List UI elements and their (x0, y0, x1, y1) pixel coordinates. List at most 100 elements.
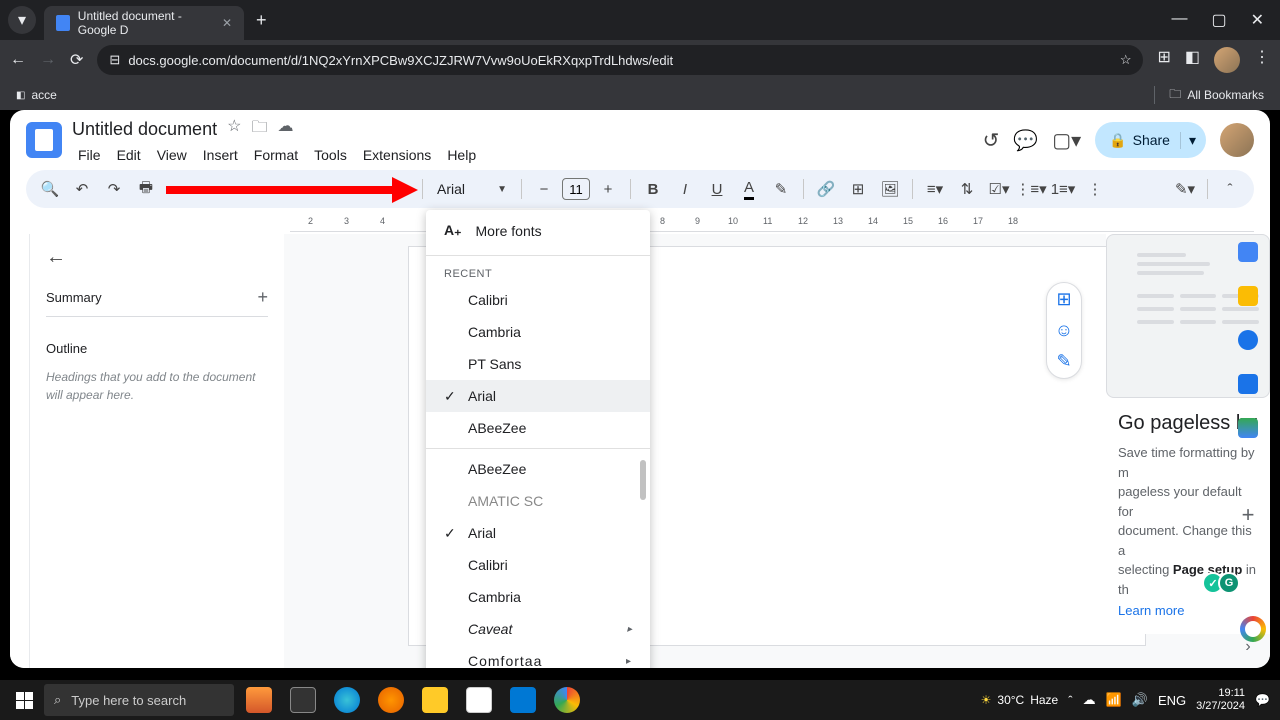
account-avatar[interactable] (1220, 123, 1254, 157)
tasks-icon[interactable] (1238, 330, 1258, 350)
menu-edit[interactable]: Edit (111, 145, 147, 165)
menu-extensions[interactable]: Extensions (357, 145, 437, 165)
document-title[interactable]: Untitled document (72, 119, 217, 140)
maps-icon[interactable] (1238, 418, 1258, 438)
menu-view[interactable]: View (151, 145, 193, 165)
minimize-icon[interactable]: — (1171, 10, 1187, 30)
more-fonts-item[interactable]: A₊ More fonts (426, 210, 650, 251)
browser-tab-active[interactable]: Untitled document - Google D ✕ (44, 6, 244, 40)
contacts-icon[interactable] (1238, 374, 1258, 394)
font-item-cambria[interactable]: Cambria (426, 316, 650, 348)
keep-icon[interactable] (1238, 286, 1258, 306)
font-item-ptsans[interactable]: PT Sans (426, 348, 650, 380)
numbered-list-icon[interactable]: 1≡▾ (1049, 175, 1077, 203)
cloud-status-icon[interactable]: ☁ (277, 116, 293, 143)
back-button[interactable]: ← (10, 51, 26, 69)
maximize-icon[interactable]: ▢ (1211, 10, 1226, 30)
volume-icon[interactable]: 🔊 (1132, 692, 1148, 708)
font-item-comfortaa[interactable]: Comfortaa▸ (426, 645, 650, 668)
get-addons-icon[interactable]: + (1242, 502, 1255, 528)
browser-profile-avatar[interactable] (1214, 47, 1240, 73)
font-item-caveat[interactable]: Caveat▸ (426, 613, 650, 645)
chrome-icon[interactable] (546, 682, 588, 718)
checklist-icon[interactable]: ☑▾ (985, 175, 1013, 203)
bookmark-item[interactable]: ◧ acce (16, 88, 57, 102)
menu-help[interactable]: Help (441, 145, 482, 165)
add-emoji-icon[interactable]: ☺ (1055, 320, 1073, 341)
collapse-toolbar-icon[interactable]: ˆ (1216, 175, 1244, 203)
taskbar-search[interactable]: ⌕ Type here to search (44, 684, 234, 716)
star-icon[interactable]: ☆ (227, 116, 241, 143)
highlight-icon[interactable]: ✎ (767, 175, 795, 203)
move-icon[interactable]: 🗀 (251, 116, 267, 143)
bold-icon[interactable]: B (639, 175, 667, 203)
language-indicator[interactable]: ENG (1158, 693, 1186, 708)
font-family-selector[interactable]: Arial ▼ (431, 176, 513, 202)
side-panel-icon[interactable]: ◧ (1185, 47, 1200, 73)
font-item-cambria2[interactable]: Cambria (426, 581, 650, 613)
menu-insert[interactable]: Insert (197, 145, 244, 165)
chrome-menu-icon[interactable]: ⋮ (1254, 47, 1270, 73)
font-item-calibri2[interactable]: Calibri (426, 549, 650, 581)
colorful-assistant-icon[interactable] (1240, 616, 1266, 642)
text-color-icon[interactable]: A (735, 175, 763, 203)
bookmark-star-icon[interactable]: ☆ (1120, 52, 1132, 68)
align-icon[interactable]: ≡▾ (921, 175, 949, 203)
share-button[interactable]: 🔒 Share ▾ (1095, 122, 1206, 158)
history-icon[interactable]: ↺ (983, 128, 1000, 153)
font-item-calibri[interactable]: Calibri (426, 284, 650, 316)
close-window-icon[interactable]: ✕ (1251, 10, 1264, 30)
vertical-ruler[interactable] (10, 234, 30, 668)
calendar-icon[interactable] (1238, 242, 1258, 262)
edge-icon[interactable] (326, 682, 368, 718)
start-button[interactable] (4, 682, 44, 718)
site-info-icon[interactable]: ⊟ (109, 52, 120, 68)
font-item-abeezee2[interactable]: ABeeZee (426, 453, 650, 485)
reload-button[interactable]: ⟳ (70, 50, 83, 70)
add-summary-icon[interactable]: + (257, 287, 268, 308)
share-dropdown-icon[interactable]: ▾ (1180, 132, 1196, 149)
insert-image-icon[interactable]: 🖼 (876, 175, 904, 203)
line-spacing-icon[interactable]: ⇅ (953, 175, 981, 203)
more-tools-icon[interactable]: ⋮ (1081, 175, 1109, 203)
font-size-input[interactable]: 11 (562, 178, 590, 200)
extensions-icon[interactable]: ⊞ (1157, 47, 1170, 73)
weather-widget[interactable]: ☀ 30°C Haze (981, 693, 1059, 707)
add-comment-icon[interactable]: ⊞ (844, 175, 872, 203)
task-view-icon[interactable] (282, 682, 324, 718)
file-explorer-icon[interactable] (414, 682, 456, 718)
taskbar-app[interactable] (238, 682, 280, 718)
bullet-list-icon[interactable]: ⋮≡▾ (1017, 175, 1045, 203)
increase-font-size-icon[interactable]: + (594, 175, 622, 203)
comments-icon[interactable]: 💬 (1013, 128, 1038, 153)
notifications-icon[interactable]: 💬 (1255, 693, 1270, 707)
italic-icon[interactable]: I (671, 175, 699, 203)
close-tab-icon[interactable]: ✕ (222, 16, 232, 30)
menu-format[interactable]: Format (248, 145, 304, 165)
firefox-icon[interactable] (370, 682, 412, 718)
tab-search-button[interactable]: ▾ (8, 6, 36, 34)
clock[interactable]: 19:11 3/27/2024 (1196, 687, 1245, 713)
decrease-font-size-icon[interactable]: − (530, 175, 558, 203)
font-item-abeezee[interactable]: ABeeZee (426, 412, 650, 444)
font-item-arial2[interactable]: ✓Arial (426, 517, 650, 549)
onedrive-icon[interactable]: ☁ (1083, 692, 1096, 708)
all-bookmarks-button[interactable]: 🗀 All Bookmarks (1154, 85, 1264, 106)
undo-icon[interactable]: ↶ (68, 175, 96, 203)
mail-icon[interactable] (502, 682, 544, 718)
address-bar[interactable]: ⊟ docs.google.com/document/d/1NQ2xYrnXPC… (97, 45, 1143, 75)
suggest-edits-icon[interactable]: ✎ (1056, 351, 1071, 372)
wifi-icon[interactable]: 📶 (1106, 692, 1122, 708)
add-comment-float-icon[interactable]: ⊞ (1056, 289, 1071, 310)
insert-link-icon[interactable]: 🔗 (812, 175, 840, 203)
underline-icon[interactable]: U (703, 175, 731, 203)
store-icon[interactable] (458, 682, 500, 718)
new-tab-button[interactable]: + (256, 10, 267, 31)
meet-icon[interactable]: ▢▾ (1052, 128, 1081, 153)
editing-mode-icon[interactable]: ✎▾ (1171, 175, 1199, 203)
print-icon[interactable]: 🖶 (132, 175, 160, 203)
font-item-arial-selected[interactable]: ✓Arial (426, 380, 650, 412)
docs-logo[interactable] (26, 122, 62, 158)
collapse-outline-icon[interactable]: ← (46, 246, 268, 269)
redo-icon[interactable]: ↷ (100, 175, 128, 203)
